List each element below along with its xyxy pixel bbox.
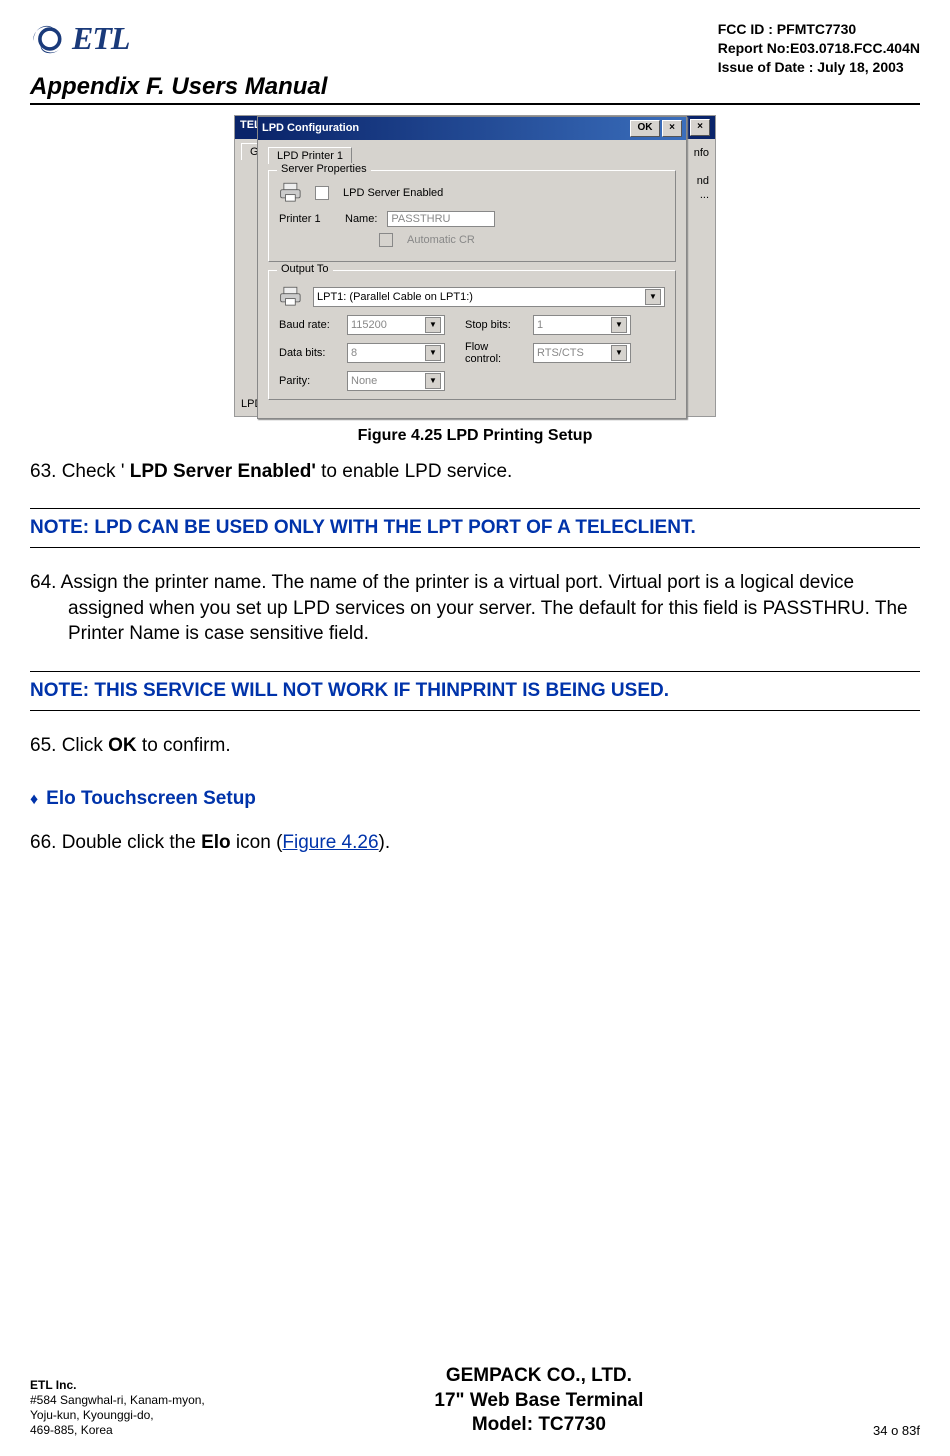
step-63-post: to enable LPD service. [316,461,512,482]
auto-cr-checkbox [379,233,393,247]
footer-center1: GEMPACK CO., LTD. [434,1364,643,1389]
stopbits-value: 1 [537,319,543,331]
printer-icon [279,181,305,205]
note-rule-top-1 [30,508,920,509]
printer-icon [279,285,305,309]
printer1-label: Printer 1 [279,213,335,225]
footer-center2: 17" Web Base Terminal [434,1389,643,1414]
step-64: 64. Assign the printer name. The name of… [30,570,920,647]
tab-lpd-printer-1[interactable]: LPD Printer 1 [268,147,352,164]
report-no: Report No:E03.0718.FCC.404N [718,39,920,58]
chevron-down-icon: ▼ [425,317,441,333]
step-66-pre: 66. Double click the [30,832,201,853]
header-rule [30,103,920,105]
footer-addr2: Yoju-kun, Kyounggi-do, [30,1408,205,1423]
flow-value: RTS/CTS [537,347,584,359]
server-properties-label: Server Properties [277,163,371,175]
logo-text: ETL [72,20,129,57]
footer-page-number: 34 o 83f [873,1423,920,1438]
stopbits-select: 1▼ [533,315,631,335]
chevron-down-icon: ▼ [611,345,627,361]
subsection-heading: ♦ Elo Touchscreen Setup [30,786,920,812]
step-66: 66. Double click the Elo icon (Figure 4.… [30,830,920,856]
note-rule-bottom-1 [30,547,920,548]
footer-addr1: #584 Sangwhal-ri, Kanam-myon, [30,1393,205,1408]
name-label: Name: [345,213,377,225]
dialog-ok-button[interactable]: OK [630,120,660,137]
output-to-group: Output To LPT1: (Parallel Cable on LPT1:… [268,270,676,400]
diamond-icon: ♦ [30,791,38,808]
sub-heading-text: Elo Touchscreen Setup [46,788,256,809]
footer-center3: Model: TC7730 [434,1413,643,1438]
chevron-down-icon: ▼ [611,317,627,333]
chevron-down-icon: ▼ [425,373,441,389]
figure-4-26-link[interactable]: Figure 4.26 [282,832,378,853]
baud-label: Baud rate: [279,319,339,331]
output-port-select[interactable]: LPT1: (Parallel Cable on LPT1:) ▼ [313,287,665,307]
databits-label: Data bits: [279,347,339,359]
parity-label: Parity: [279,375,339,387]
fcc-info: FCC ID : PFMTC7730 Report No:E03.0718.FC… [718,20,920,77]
figure-caption: Figure 4.25 LPD Printing Setup [30,427,920,445]
baud-value: 115200 [351,319,387,331]
logo: ETL [30,20,129,57]
bg-right2: nd [694,174,709,188]
issue-date: Issue of Date : July 18, 2003 [718,58,920,77]
flow-label: Flow control: [465,341,525,365]
step-66-mid: icon ( [231,832,283,853]
dialog-close-button[interactable]: × [662,120,682,137]
lpd-config-dialog: LPD Configuration OK × LPD Printer 1 Ser… [257,116,687,419]
bg-right1: nfo [694,146,709,160]
server-properties-group: Server Properties LPD Server Enabled [268,170,676,262]
databits-select: 8▼ [347,343,445,363]
parity-select: None ▼ [347,371,445,391]
dialog-title: LPD Configuration [262,122,359,134]
note-1: NOTE: LPD CAN BE USED ONLY WITH THE LPT … [30,515,920,541]
bg-right3: ... [694,188,709,202]
footer-center: GEMPACK CO., LTD. 17" Web Base Terminal … [434,1364,643,1438]
lpd-enabled-label: LPD Server Enabled [343,187,443,199]
output-to-label: Output To [277,263,333,275]
appendix-title: Appendix F. Users Manual [30,73,920,101]
footer-left: ETL Inc. #584 Sangwhal-ri, Kanam-myon, Y… [30,1378,205,1438]
page-footer: ETL Inc. #584 Sangwhal-ri, Kanam-myon, Y… [30,1364,920,1438]
baud-select: 115200 ▼ [347,315,445,335]
note-rule-top-2 [30,671,920,672]
bg-close-icon: × [690,119,710,136]
step-65-post: to confirm. [137,735,231,756]
output-port-value: LPT1: (Parallel Cable on LPT1:) [317,291,473,303]
fcc-id: FCC ID : PFMTC7730 [718,20,920,39]
figure-4-25: TELE × Gene nfo nd ... LPD LPD Configura… [30,115,920,417]
step-63: 63. Check ' LPD Server Enabled' to enabl… [30,459,920,485]
step-65: 65. Click OK to confirm. [30,733,920,759]
step-66-post: ). [379,832,391,853]
stopbits-label: Stop bits: [465,319,525,331]
auto-cr-label: Automatic CR [407,234,475,246]
bg-right-fragment: nfo nd ... [694,146,709,203]
footer-company: ETL Inc. [30,1378,205,1393]
step-65-pre: 65. Click [30,735,108,756]
printer-name-input[interactable]: PASSTHRU [387,211,495,227]
note-rule-bottom-2 [30,710,920,711]
chevron-down-icon: ▼ [425,345,441,361]
note-2: NOTE: THIS SERVICE WILL NOT WORK IF THIN… [30,678,920,704]
parity-value: None [351,375,377,387]
logo-swoosh-icon [30,21,66,57]
step-65-bold: OK [108,735,137,756]
chevron-down-icon: ▼ [645,289,661,305]
step-63-bold: LPD Server Enabled' [130,461,316,482]
databits-value: 8 [351,347,357,359]
flow-select: RTS/CTS ▼ [533,343,631,363]
footer-addr3: 469-885, Korea [30,1423,205,1438]
step-66-bold: Elo [201,832,231,853]
lpd-enabled-checkbox[interactable] [315,186,329,200]
step-63-pre: 63. Check ' [30,461,130,482]
